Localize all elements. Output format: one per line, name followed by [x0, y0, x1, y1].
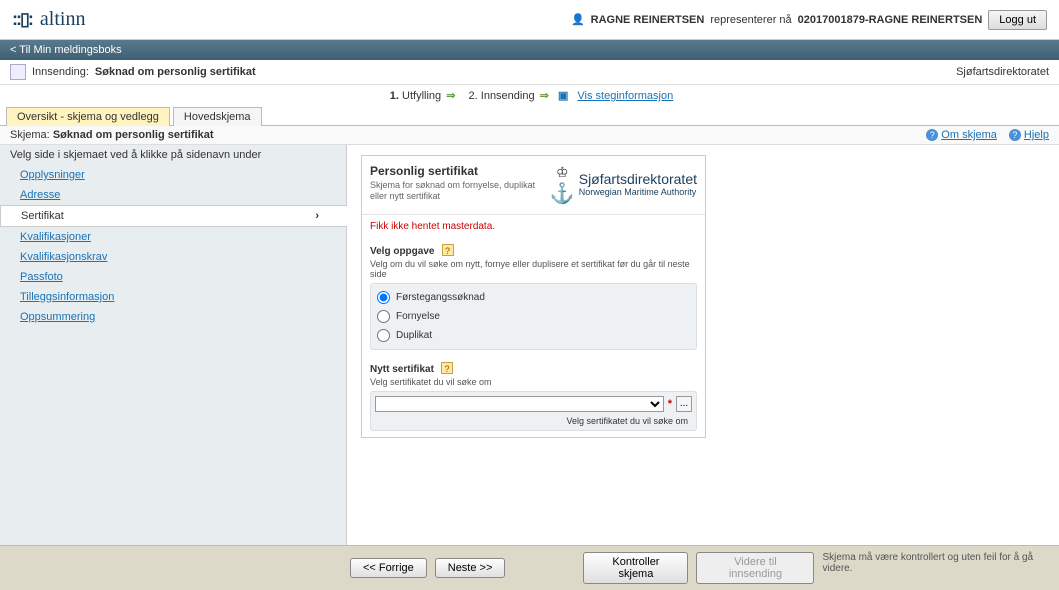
form-subtitle: Skjema for søknad om fornyelse, duplikat… — [370, 180, 540, 202]
tab-main-form[interactable]: Hovedskjema — [173, 107, 262, 126]
prev-button[interactable]: << Forrige — [350, 558, 427, 578]
help-icon[interactable]: ? — [442, 244, 454, 256]
step-1-label: Utfylling — [402, 90, 441, 102]
steps-row: 1. Utfylling ⇒ 2. Innsending ⇒ ▣ Vis ste… — [0, 85, 1059, 106]
about-schema-link[interactable]: ?Om skjema — [926, 129, 997, 141]
step-1-number: 1. — [390, 90, 399, 102]
logo: ::▯: altinn — [12, 8, 85, 31]
sidebar-item-adresse[interactable]: Adresse — [0, 185, 346, 205]
required-star-icon: * — [668, 398, 672, 410]
person-icon: 👤 — [571, 13, 585, 26]
altinn-logo-text: altinn — [40, 8, 86, 31]
show-step-info-link[interactable]: Vis steginformasjon — [577, 90, 673, 102]
newcert-label: Nytt sertifikat — [370, 364, 434, 375]
radio-input-fornyelse[interactable] — [377, 310, 390, 323]
content-area: Personlig sertifikat Skjema for søknad o… — [347, 145, 1059, 545]
submission-title: Søknad om personlig sertifikat — [95, 66, 256, 78]
form-panel: Personlig sertifikat Skjema for søknad o… — [361, 155, 706, 438]
represents-text: representerer nå — [710, 14, 791, 26]
footer-bar: << Forrige Neste >> Kontroller skjema Vi… — [0, 545, 1059, 590]
sidebar-item-oppsummering[interactable]: Oppsummering — [0, 307, 346, 327]
radio-input-forstegang[interactable] — [377, 291, 390, 304]
radio-duplikat[interactable]: Duplikat — [377, 326, 690, 345]
step-2-label: Innsending — [481, 90, 535, 102]
authority-logo: ♔ ⚓ Sjøfartsdirektoratet Norwegian Marit… — [550, 164, 697, 206]
sidebar-item-kvalifikasjonskrav[interactable]: Kvalifikasjonskrav — [0, 247, 346, 267]
chevron-right-icon: › — [315, 210, 327, 222]
crown-icon: ♔ — [556, 164, 569, 181]
authority-name: Sjøfartsdirektoratet — [579, 172, 697, 187]
help-link[interactable]: ?Hjelp — [1009, 129, 1049, 141]
submission-label: Innsending: — [32, 66, 89, 78]
user-info: 👤 RAGNE REINERTSEN representerer nå 0201… — [571, 10, 1047, 30]
tab-overview[interactable]: Oversikt - skjema og vedlegg — [6, 107, 170, 126]
authority-subtitle: Norwegian Maritime Authority — [579, 188, 697, 198]
sidebar: Velg side i skjemaet ved å klikke på sid… — [0, 145, 347, 545]
sidebar-header: Velg side i skjemaet ved å klikke på sid… — [0, 145, 346, 165]
continue-button: Videre til innsending — [696, 552, 814, 584]
schema-prefix: Skjema: — [10, 129, 50, 141]
step-2-number: 2. — [469, 90, 478, 102]
navbar: < Til Min meldingsboks — [0, 40, 1059, 60]
form-title: Personlig sertifikat — [370, 164, 540, 178]
schema-name: Søknad om personlig sertifikat — [53, 129, 214, 141]
top-header: ::▯: altinn 👤 RAGNE REINERTSEN represent… — [0, 0, 1059, 40]
arrow-icon: ⇒ — [540, 90, 549, 102]
check-schema-button[interactable]: Kontroller skjema — [583, 552, 688, 584]
info-icon: ? — [1009, 129, 1021, 141]
back-to-inbox-link[interactable]: < Til Min meldingsboks — [10, 44, 122, 56]
radio-forstegangssoknad[interactable]: Førstegangssøknad — [377, 288, 690, 307]
plus-icon: ▣ — [558, 90, 568, 102]
error-message: Fikk ikke hentet masterdata. — [370, 221, 697, 232]
radio-fornyelse[interactable]: Fornyelse — [377, 307, 690, 326]
sidebar-item-kvalifikasjoner[interactable]: Kvalifikasjoner — [0, 227, 346, 247]
next-button[interactable]: Neste >> — [435, 558, 506, 578]
sidebar-item-sertifikat[interactable]: Sertifikat › — [0, 205, 347, 227]
submission-owner: Sjøfartsdirektoratet — [956, 66, 1049, 78]
list-button[interactable]: ... — [676, 396, 692, 412]
arrow-icon: ⇒ — [446, 90, 455, 102]
sidebar-item-tilleggsinformasjon[interactable]: Tilleggsinformasjon — [0, 287, 346, 307]
task-description: Velg om du vil søke om nytt, fornye elle… — [370, 259, 697, 279]
submission-bar: Innsending: Søknad om personlig sertifik… — [0, 60, 1059, 85]
logout-button[interactable]: Logg ut — [988, 10, 1047, 30]
radio-input-duplikat[interactable] — [377, 329, 390, 342]
select-hint: Velg sertifikatet du vil søke om — [375, 416, 692, 426]
task-label: Velg oppgave — [370, 246, 434, 257]
task-radio-group: Førstegangssøknad Fornyelse Duplikat — [370, 283, 697, 350]
tabs-row: Oversikt - skjema og vedlegg Hovedskjema — [0, 106, 1059, 126]
user-name: RAGNE REINERTSEN — [591, 14, 705, 26]
help-icon[interactable]: ? — [441, 362, 453, 374]
sidebar-item-passfoto[interactable]: Passfoto — [0, 267, 346, 287]
schema-row: Skjema: Søknad om personlig sertifikat ?… — [0, 126, 1059, 145]
sidebar-item-opplysninger[interactable]: Opplysninger — [0, 165, 346, 185]
sidebar-item-label: Sertifikat — [21, 210, 64, 222]
anchor-shield-icon: ⚓ — [550, 181, 575, 206]
newcert-description: Velg sertifikatet du vil søke om — [370, 377, 697, 387]
footer-message: Skjema må være kontrollert og uten feil … — [822, 552, 1049, 584]
document-icon — [10, 64, 26, 80]
represents-id: 02017001879-RAGNE REINERTSEN — [798, 14, 983, 26]
info-icon: ? — [926, 129, 938, 141]
certificate-select[interactable] — [375, 396, 664, 412]
altinn-logo-icon: ::▯: — [12, 9, 32, 30]
